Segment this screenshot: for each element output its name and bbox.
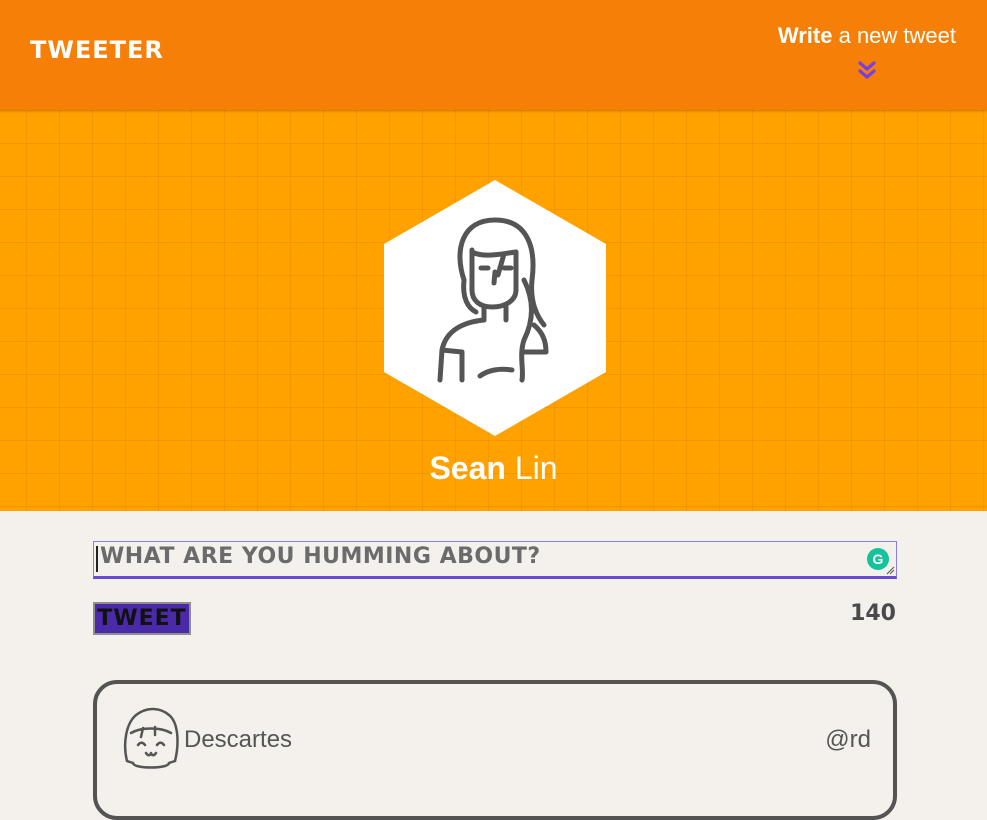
resize-grip-icon[interactable]	[885, 565, 895, 575]
profile-last-name: Lin	[514, 450, 558, 486]
profile-name: Sean Lin	[0, 450, 987, 487]
brand-logo[interactable]: TWEETER	[30, 36, 164, 64]
tweet-button[interactable]: TWEET	[93, 602, 191, 635]
text-caret	[96, 546, 98, 572]
double-chevron-down-icon[interactable]	[858, 60, 876, 82]
navbar: TWEETER Write a new tweet	[0, 0, 987, 110]
tweet-textarea[interactable]	[94, 542, 854, 576]
tweet-author-name[interactable]: Descartes	[184, 726, 292, 754]
tweet-author-handle[interactable]: @rd	[825, 726, 871, 754]
tweet-card: Descartes @rd	[93, 680, 897, 820]
profile-header: Sean Lin	[0, 110, 987, 511]
girl-face-avatar-icon	[123, 707, 179, 769]
compose-toggle[interactable]: Write a new tweet	[756, 22, 956, 79]
profile-first-name: Sean	[429, 450, 506, 486]
character-counter: 140	[850, 601, 896, 626]
compose-toggle-bold: Write	[777, 23, 833, 48]
compose-toggle-label[interactable]: Write a new tweet	[756, 22, 956, 50]
profile-avatar	[384, 180, 606, 436]
tweet-composer[interactable]: G	[93, 541, 897, 579]
compose-toggle-rest: a new tweet	[832, 23, 956, 48]
